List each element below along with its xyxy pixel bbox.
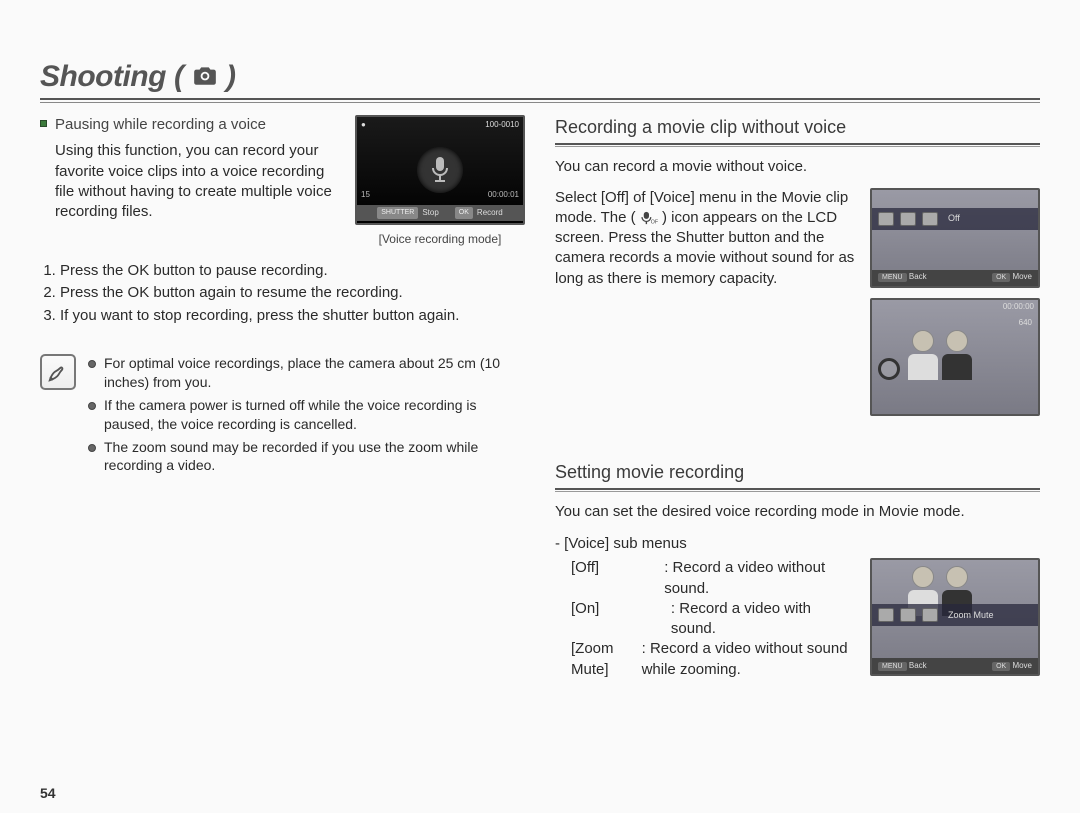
voice-submenu-table: [Off]Record a video without sound. [On]R…: [555, 558, 860, 680]
menu-opt-icon: [922, 608, 938, 622]
tip-item: If the camera power is turned off while …: [104, 396, 525, 434]
file-counter: 100-0010: [485, 120, 519, 131]
microphone-icon: [417, 147, 463, 193]
ok-chip: OK: [992, 273, 1010, 282]
menu-opt-icon: [878, 608, 894, 622]
tips-list: For optimal voice recordings, place the …: [88, 354, 525, 479]
back-label: Back: [909, 272, 927, 281]
two-column-layout: Pausing while recording a voice Using th…: [40, 115, 1040, 680]
shutter-chip: SHUTTER: [377, 207, 418, 218]
left-column: Pausing while recording a voice Using th…: [40, 115, 525, 680]
menu-val: Record a video without sound while zoomi…: [642, 639, 860, 680]
rec-time: 00:00:00: [1003, 302, 1034, 313]
move-label: Move: [1012, 661, 1032, 670]
step-item: Press the OK button again to resume the …: [60, 283, 525, 303]
page-number: 54: [40, 785, 56, 801]
menu-selected-label: Off: [948, 212, 960, 224]
step-item: If you want to stop recording, press the…: [60, 306, 525, 326]
open-paren: (: [174, 60, 184, 94]
steps-list: Press the OK button to pause recording. …: [40, 261, 525, 326]
lcd-screen: ● 100-0010 15: [355, 115, 525, 225]
time-right: 00:00:01: [488, 190, 519, 201]
section-heading: Setting movie recording: [555, 460, 1040, 486]
right-column: Recording a movie clip without voice You…: [555, 115, 1040, 680]
menu-chip: MENU: [878, 273, 907, 282]
intro-paragraph: Using this function, you can record your…: [40, 141, 345, 222]
menu-key: [On]: [571, 599, 671, 640]
menu-selected-label: Zoom Mute: [948, 609, 994, 621]
close-paren: ): [226, 60, 236, 94]
lcd-menu-screen: Off MENU Back OK Move: [870, 188, 1040, 288]
square-bullet-icon: [40, 120, 47, 127]
tip-box: For optimal voice recordings, place the …: [40, 354, 525, 479]
voice-off-badge-icon: [878, 358, 900, 380]
section1-figures: Off MENU Back OK Move 00:00:00 640: [870, 188, 1040, 416]
lcd-menu-screen: Zoom Mute MENU Back OK Move: [870, 558, 1040, 676]
record-label: Record: [477, 208, 503, 219]
ok-chip: OK: [992, 662, 1010, 671]
svg-text:OFF: OFF: [651, 219, 658, 225]
mic-status-icon: ●: [361, 120, 366, 131]
move-label: Move: [1012, 272, 1032, 281]
pause-recording-block: Pausing while recording a voice Using th…: [40, 115, 525, 247]
menu-opt-icon: [900, 608, 916, 622]
tip-item: The zoom sound may be recorded if you us…: [104, 438, 525, 476]
submenu-header: - [Voice] sub menus: [555, 534, 1040, 554]
people-illustration: [908, 330, 1008, 380]
submenu-block: [Off]Record a video without sound. [On]R…: [555, 558, 1040, 680]
section1-intro: You can record a movie without voice.: [555, 157, 1040, 177]
figure-caption: [Voice recording mode]: [355, 231, 525, 247]
menu-key: [Off]: [571, 558, 664, 599]
menu-opt-icon: [900, 212, 916, 226]
camera-icon: [192, 64, 218, 86]
section2: Setting movie recording You can set the …: [555, 460, 1040, 680]
manual-page: Shooting ( ) Pausing while recording a v…: [0, 0, 1080, 813]
stop-label: Stop: [422, 208, 438, 219]
menu-opt-icon: [922, 212, 938, 226]
subheading: Pausing while recording a voice: [55, 115, 266, 135]
section-rule: [555, 143, 1040, 147]
time-left: 15: [361, 190, 370, 201]
section2-figure: Zoom Mute MENU Back OK Move: [870, 558, 1040, 676]
menu-key: [Zoom Mute]: [571, 639, 642, 680]
page-title: Shooting: [40, 60, 166, 94]
note-icon: [40, 354, 76, 390]
menu-val: Record a video with sound.: [671, 599, 860, 640]
section1-body: Select [Off] of [Voice] menu in the Movi…: [555, 188, 1040, 416]
section-rule: [555, 488, 1040, 492]
page-header: Shooting ( ): [40, 60, 1040, 94]
back-label: Back: [909, 661, 927, 670]
resolution-label: 640: [1019, 318, 1032, 329]
lcd-preview-screen: 00:00:00 640: [870, 298, 1040, 416]
section2-intro: You can set the desired voice recording …: [555, 502, 1040, 522]
menu-chip: MENU: [878, 662, 907, 671]
ok-chip: OK: [455, 207, 473, 218]
menu-opt-icon: [878, 212, 894, 226]
step-item: Press the OK button to pause recording.: [60, 261, 525, 281]
voice-recording-figure: ● 100-0010 15: [355, 115, 525, 247]
menu-val: Record a video without sound.: [664, 558, 860, 599]
header-rule: [40, 98, 1040, 103]
section-heading: Recording a movie clip without voice: [555, 115, 1040, 141]
tip-item: For optimal voice recordings, place the …: [104, 354, 525, 392]
mic-off-icon: OFF: [640, 211, 658, 225]
